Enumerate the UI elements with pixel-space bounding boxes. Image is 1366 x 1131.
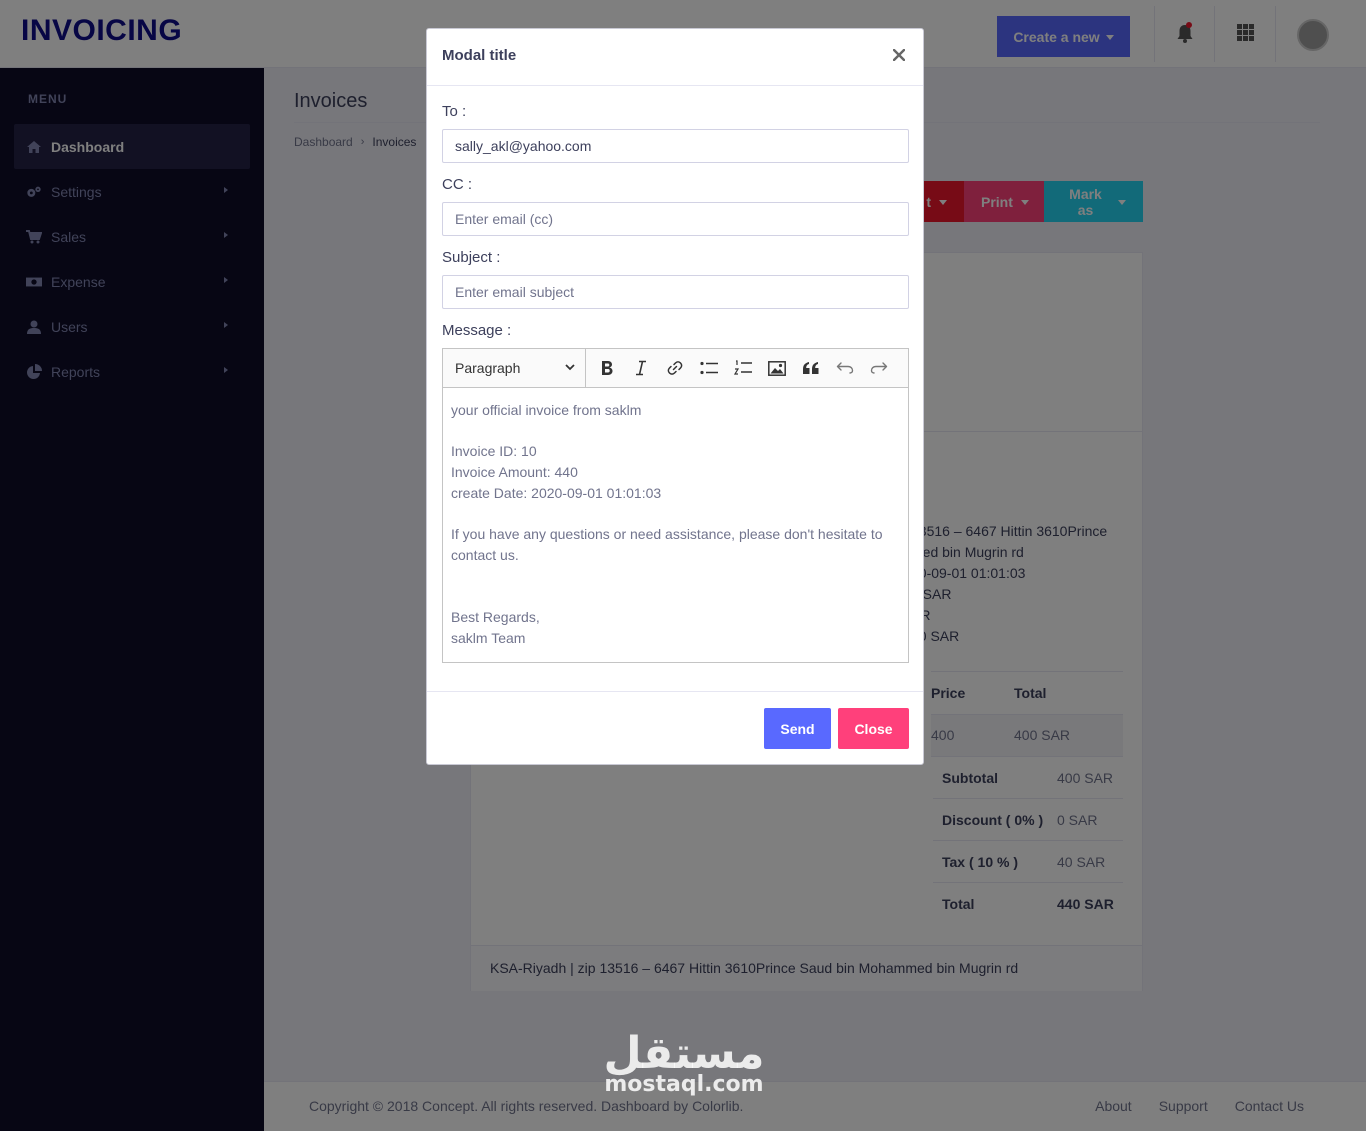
editor-line: your official invoice from saklm	[451, 402, 642, 418]
editor-line: Invoice ID: 10	[451, 443, 537, 460]
redo-button[interactable]	[862, 349, 896, 387]
bulleted-list-button[interactable]	[692, 349, 726, 387]
blockquote-button[interactable]	[794, 349, 828, 387]
block-format-dropdown[interactable]: Paragraph	[443, 349, 586, 387]
bulleted-list-icon	[700, 361, 718, 375]
undo-button[interactable]	[828, 349, 862, 387]
editor-line: If you have any questions or need assist…	[451, 526, 883, 563]
editor-line	[451, 586, 900, 607]
to-email-field[interactable]	[442, 129, 909, 163]
insert-image-button[interactable]	[760, 349, 794, 387]
italic-icon	[636, 360, 646, 376]
image-icon	[768, 360, 786, 376]
subject-field[interactable]	[442, 275, 909, 309]
quote-icon	[803, 362, 819, 374]
link-icon	[667, 361, 683, 375]
editor-line	[451, 504, 900, 525]
numbered-list-icon	[734, 360, 752, 375]
close-icon[interactable]	[889, 45, 909, 65]
watermark-latin: mostaql.com	[604, 1072, 764, 1097]
editor-line: create Date: 2020-09-01 01:01:03	[451, 484, 662, 501]
bold-icon	[602, 361, 613, 375]
close-button[interactable]: Close	[838, 708, 909, 749]
numbered-list-button[interactable]	[726, 349, 760, 387]
divider	[427, 691, 923, 692]
message-editor-content[interactable]: your official invoice from saklm Invoice…	[443, 388, 908, 660]
editor-line: saklm Team	[451, 629, 526, 646]
message-label: Message :	[442, 322, 512, 339]
subject-label: Subject :	[442, 249, 501, 266]
link-button[interactable]	[658, 349, 692, 387]
modal-title: Modal title	[442, 47, 517, 64]
watermark: مستقل mostaql.com	[598, 1028, 770, 1108]
cc-email-field[interactable]	[442, 202, 909, 236]
to-label: To :	[442, 103, 467, 120]
undo-icon	[836, 362, 854, 374]
italic-button[interactable]	[624, 349, 658, 387]
modal-header: Modal title	[427, 29, 923, 86]
block-format-value: Paragraph	[455, 360, 521, 376]
editor-line: Best Regards,	[451, 608, 540, 625]
rich-text-editor: Paragraph your official invoice from sak…	[442, 348, 909, 663]
chevron-down-icon	[565, 364, 575, 371]
editor-toolbar: Paragraph	[443, 349, 908, 388]
editor-line	[451, 566, 900, 587]
redo-icon	[870, 362, 888, 374]
editor-line: Invoice Amount: 440	[451, 464, 578, 481]
editor-line	[451, 421, 900, 442]
send-button[interactable]: Send	[764, 708, 831, 749]
send-email-modal: Modal title To : CC : Subject : Message …	[426, 28, 924, 765]
cc-label: CC :	[442, 176, 472, 193]
bold-button[interactable]	[590, 349, 624, 387]
